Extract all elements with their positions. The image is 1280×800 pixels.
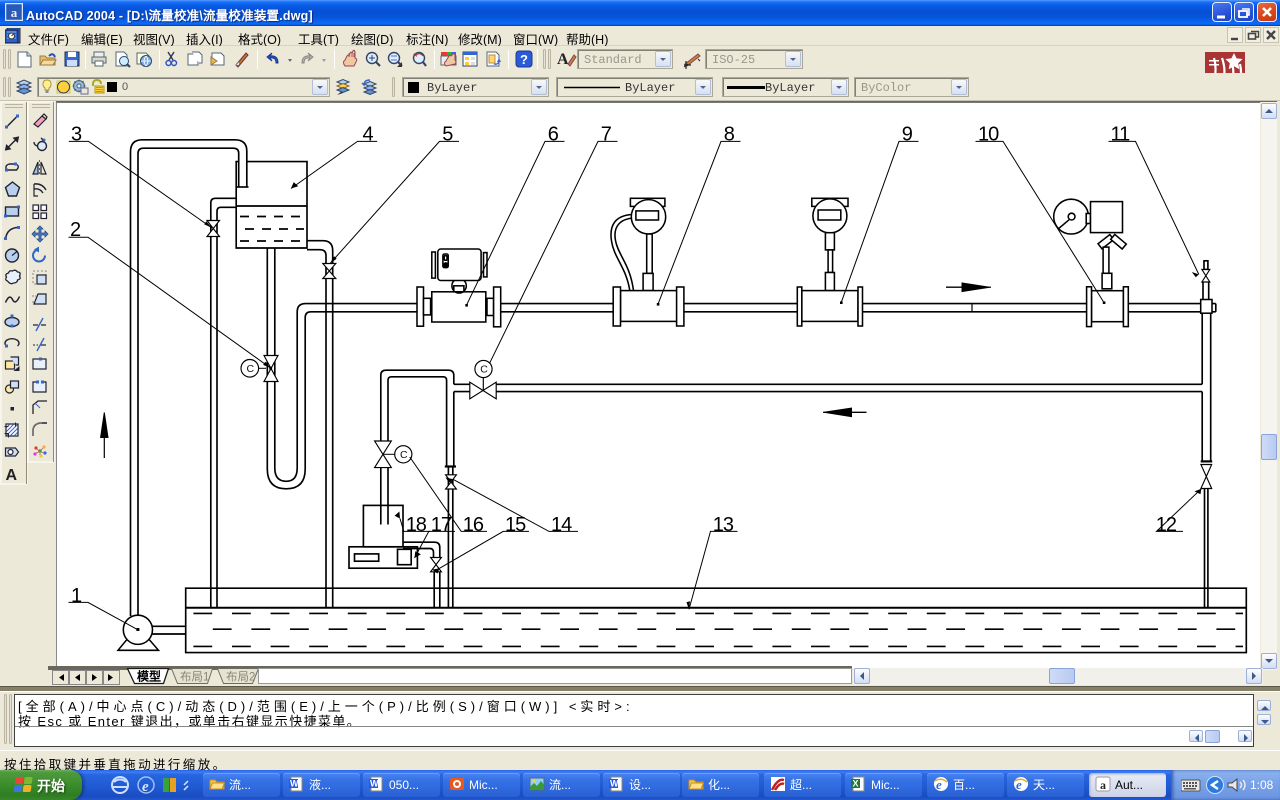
svg-text:8: 8: [724, 124, 735, 146]
svg-text:A: A: [557, 51, 569, 68]
svg-text:10: 10: [978, 124, 999, 146]
svg-text:X: X: [853, 779, 859, 789]
svg-text:2: 2: [70, 219, 81, 241]
svg-text:W: W: [370, 779, 379, 789]
svg-text:9: 9: [902, 124, 913, 146]
svg-text:布局1: 布局1: [180, 671, 209, 684]
svg-text:W: W: [610, 779, 619, 789]
svg-text:18: 18: [406, 514, 427, 536]
svg-text:布局2: 布局2: [226, 671, 255, 684]
svg-text:16: 16: [463, 514, 484, 536]
svg-text:5: 5: [442, 124, 453, 146]
svg-text:3: 3: [71, 124, 82, 146]
svg-text:4: 4: [363, 124, 374, 146]
svg-text:6: 6: [548, 124, 559, 146]
svg-text:C: C: [400, 449, 408, 461]
svg-text:C: C: [247, 363, 255, 375]
svg-text:12: 12: [1156, 514, 1177, 536]
svg-text:17: 17: [431, 514, 452, 536]
svg-text:a: a: [11, 5, 18, 20]
svg-text:A: A: [6, 467, 18, 484]
svg-text:7: 7: [601, 124, 612, 146]
svg-text:模型: 模型: [137, 669, 161, 684]
svg-text:a: a: [1100, 778, 1106, 792]
svg-text:14: 14: [551, 514, 572, 536]
svg-text:W: W: [290, 779, 299, 789]
svg-text:11: 11: [1111, 124, 1131, 146]
svg-text:C: C: [480, 364, 488, 376]
svg-text:?: ?: [520, 52, 528, 67]
svg-text:1: 1: [71, 585, 82, 607]
svg-text:13: 13: [713, 514, 734, 536]
